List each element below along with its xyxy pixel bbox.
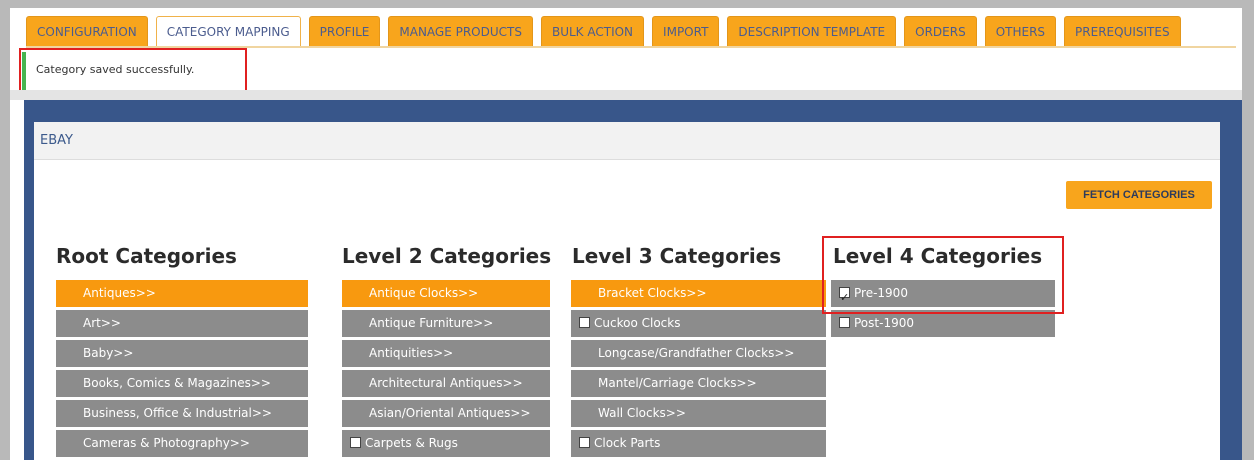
level2-category-list: Antique Clocks>> Antique Furniture>> Antiq…: [342, 280, 550, 460]
root-category-item[interactable]: Antiques>>: [56, 280, 308, 307]
level2-category-item[interactable]: Architectural Antiques>>: [342, 370, 550, 397]
level3-category-item[interactable]: Clock Parts: [571, 430, 826, 457]
fetch-categories-button[interactable]: FETCH CATEGORIES: [1066, 181, 1212, 209]
level3-category-item[interactable]: Mantel/Carriage Clocks>>: [571, 370, 826, 397]
checkbox-unchecked[interactable]: [350, 437, 361, 448]
category-label: Antiques>>: [83, 286, 156, 300]
level3-category-item[interactable]: Cuckoo Clocks: [571, 310, 826, 337]
level3-category-item[interactable]: Bracket Clocks>>: [571, 280, 826, 307]
checkbox-unchecked[interactable]: [579, 317, 590, 328]
window-frame-top: [0, 0, 1254, 8]
category-label: Carpets & Rugs: [365, 436, 458, 450]
separator-strip: [10, 90, 1242, 100]
category-label: Wall Clocks>>: [598, 406, 686, 420]
category-label: Antiquities>>: [369, 346, 454, 360]
tab-bulk-action[interactable]: BULK ACTION: [540, 16, 645, 46]
level4-category-item[interactable]: Post-1900: [831, 310, 1055, 337]
category-label: Post-1900: [854, 316, 914, 330]
tab-configuration[interactable]: CONFIGURATION: [26, 16, 148, 46]
category-label: Cuckoo Clocks: [594, 316, 681, 330]
level3-category-item[interactable]: Wall Clocks>>: [571, 400, 826, 427]
category-label: Business, Office & Industrial>>: [83, 406, 272, 420]
tab-others[interactable]: OTHERS: [984, 16, 1057, 46]
category-label: Longcase/Grandfather Clocks>>: [598, 346, 795, 360]
category-label: Mantel/Carriage Clocks>>: [598, 376, 757, 390]
panel-title: EBAY: [34, 122, 1220, 160]
category-label: Clock Parts: [594, 436, 661, 450]
level2-category-item[interactable]: Antiquities>>: [342, 340, 550, 367]
root-category-item[interactable]: Cameras & Photography>>: [56, 430, 308, 457]
checkbox-unchecked[interactable]: [839, 317, 850, 328]
root-category-list: Antiques>> Art>> Baby>> Books, Comics & Mag…: [56, 280, 308, 460]
level2-categories-title: Level 2 Categories: [342, 244, 552, 268]
level2-category-item[interactable]: Carpets & Rugs: [342, 430, 550, 457]
window-frame-right: [1242, 0, 1254, 460]
main-tabs: CONFIGURATION CATEGORY MAPPING PROFILE M…: [26, 16, 1181, 46]
root-category-item[interactable]: Art>>: [56, 310, 308, 337]
category-label: Antique Furniture>>: [369, 316, 494, 330]
level3-categories-title: Level 3 Categories: [572, 244, 782, 268]
category-label: Architectural Antiques>>: [369, 376, 523, 390]
level2-category-item[interactable]: Antique Clocks>>: [342, 280, 550, 307]
tab-import[interactable]: IMPORT: [652, 16, 720, 46]
category-label: Art>>: [83, 316, 121, 330]
level3-category-list: Bracket Clocks>> Cuckoo Clocks Longcase/Gr…: [571, 280, 826, 460]
category-label: Cameras & Photography>>: [83, 436, 250, 450]
tab-description-template[interactable]: DESCRIPTION TEMPLATE: [727, 16, 897, 46]
tab-category-mapping[interactable]: CATEGORY MAPPING: [155, 16, 301, 46]
category-label: Asian/Oriental Antiques>>: [369, 406, 531, 420]
level2-category-item[interactable]: Asian/Oriental Antiques>>: [342, 400, 550, 427]
tab-orders[interactable]: ORDERS: [904, 16, 977, 46]
root-category-item[interactable]: Baby>>: [56, 340, 308, 367]
tab-manage-products[interactable]: MANAGE PRODUCTS: [388, 16, 533, 46]
category-label: Books, Comics & Magazines>>: [83, 376, 271, 390]
category-label: Bracket Clocks>>: [598, 286, 707, 300]
root-category-item[interactable]: Books, Comics & Magazines>>: [56, 370, 308, 397]
category-label: Antique Clocks>>: [369, 286, 479, 300]
level2-category-item[interactable]: Antique Furniture>>: [342, 310, 550, 337]
category-label: Baby>>: [83, 346, 134, 360]
root-categories-title: Root Categories: [56, 244, 237, 268]
level4-highlight-box: [822, 236, 1064, 314]
tab-profile[interactable]: PROFILE: [308, 16, 381, 46]
root-category-item[interactable]: Business, Office & Industrial>>: [56, 400, 308, 427]
level3-category-item[interactable]: Longcase/Grandfather Clocks>>: [571, 340, 826, 367]
tab-prerequisites[interactable]: PREREQUISITES: [1064, 16, 1181, 46]
checkbox-unchecked[interactable]: [579, 437, 590, 448]
window-frame-left: [0, 0, 10, 460]
